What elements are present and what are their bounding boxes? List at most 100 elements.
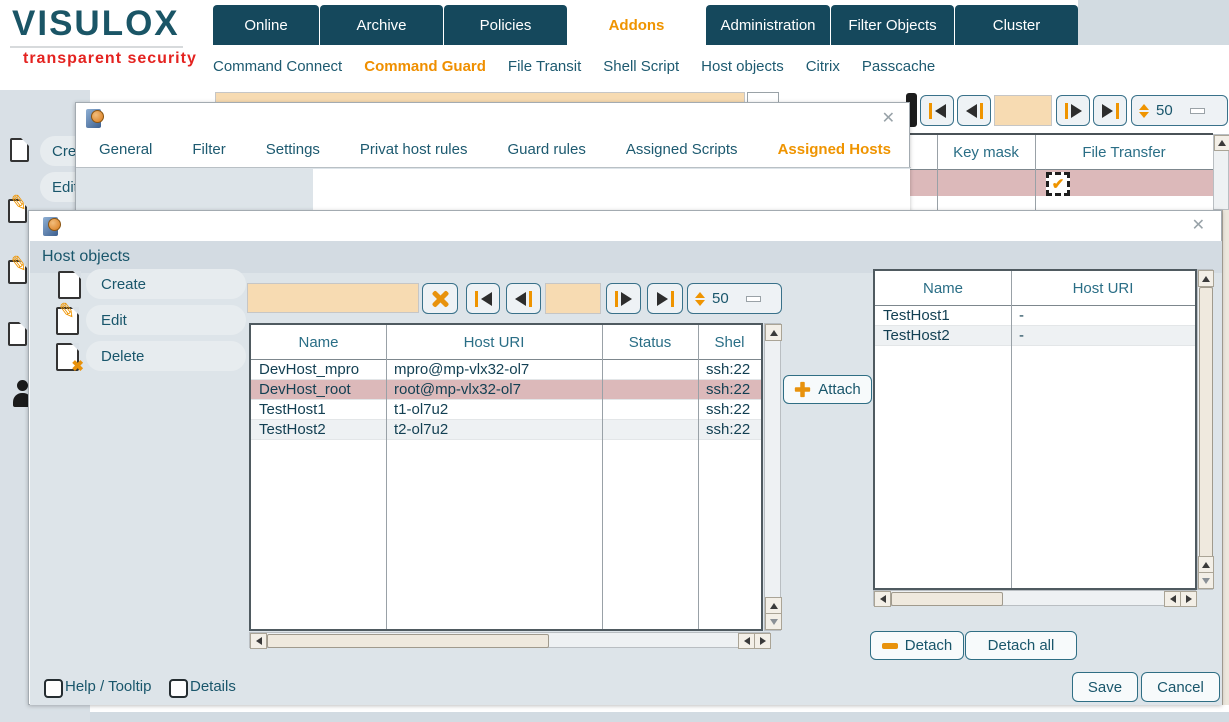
bg-last-page-button[interactable] xyxy=(1093,95,1127,126)
help-tooltip-checkbox[interactable] xyxy=(44,679,63,698)
scroll-left-button[interactable] xyxy=(738,633,755,649)
scroll-up-button[interactable] xyxy=(1214,135,1229,151)
table-cell: mpro@mp-vlx32-ol7 xyxy=(386,360,602,379)
detach-all-button[interactable]: Detach all xyxy=(965,631,1077,660)
details-checkbox[interactable] xyxy=(169,679,188,698)
table-row[interactable]: TestHost1- xyxy=(875,306,1195,326)
subnav-file-transit[interactable]: File Transit xyxy=(508,58,581,75)
prev-page-button[interactable] xyxy=(506,283,541,314)
scroll-left-button[interactable] xyxy=(250,633,267,649)
arrow-right-icon xyxy=(1186,595,1192,603)
subnav-command-guard[interactable]: Command Guard xyxy=(364,58,486,75)
cancel-button[interactable]: Cancel xyxy=(1141,672,1220,702)
scroll-up-button[interactable] xyxy=(765,324,782,341)
detach-button[interactable]: Detach xyxy=(870,631,964,660)
close-icon[interactable]: ✕ xyxy=(882,111,895,127)
table-row[interactable]: TestHost2t2-ol7u2ssh:22 xyxy=(251,420,761,440)
scroll-right-button[interactable] xyxy=(754,633,771,649)
scroll-down-button[interactable] xyxy=(765,613,782,630)
table-cell: t1-ol7u2 xyxy=(386,400,602,419)
tab-settings[interactable]: Settings xyxy=(266,141,320,158)
subnav-citrix[interactable]: Citrix xyxy=(806,58,840,75)
tab-administration[interactable]: Administration xyxy=(706,5,830,45)
bar-glyph xyxy=(980,103,983,119)
search-input[interactable] xyxy=(247,283,419,313)
tab-archive[interactable]: Archive xyxy=(320,5,443,45)
available-horizontal-scrollbar[interactable] xyxy=(249,632,770,648)
scroll-up-button[interactable] xyxy=(765,597,782,614)
scroll-up-button[interactable] xyxy=(1198,556,1214,573)
scrollbar-thumb[interactable] xyxy=(267,634,549,648)
close-icon[interactable]: ✕ xyxy=(1192,218,1205,234)
table-row[interactable]: TestHost2- xyxy=(875,326,1195,346)
tab-policies[interactable]: Policies xyxy=(444,5,567,45)
scroll-right-button[interactable] xyxy=(1180,591,1197,607)
table-row[interactable]: DevHost_mprompro@mp-vlx32-ol7ssh:22 xyxy=(251,360,761,380)
save-label: Save xyxy=(1088,679,1122,696)
available-vertical-scrollbar[interactable] xyxy=(764,323,781,631)
tab-general[interactable]: General xyxy=(99,141,152,158)
assigned-horizontal-scrollbar[interactable] xyxy=(873,590,1196,606)
clear-search-button[interactable] xyxy=(422,283,458,314)
tab-assigned-scripts[interactable]: Assigned Scripts xyxy=(626,141,738,158)
table-cell xyxy=(602,400,698,419)
dialog-title: Host objects xyxy=(42,248,130,266)
table-row[interactable]: DevHost_rootroot@mp-vlx32-ol7ssh:22 xyxy=(251,380,761,400)
bg-first-page-button[interactable] xyxy=(920,95,954,126)
guard-dialog: ✕ General Filter Settings Privat host ru… xyxy=(75,102,910,223)
attach-button[interactable]: Attach xyxy=(783,375,872,404)
page-size-value: 50 xyxy=(712,290,729,307)
scroll-left-button[interactable] xyxy=(874,591,891,607)
save-button[interactable]: Save xyxy=(1072,672,1138,702)
tab-online[interactable]: Online xyxy=(213,5,319,45)
subnav-shell-script[interactable]: Shell Script xyxy=(603,58,679,75)
tab-filter[interactable]: Filter xyxy=(192,141,225,158)
bg-selected-row[interactable]: ✔ xyxy=(908,170,1213,196)
bg-page-field[interactable] xyxy=(994,95,1052,126)
tab-filter-objects[interactable]: Filter Objects xyxy=(831,5,954,45)
tab-privat-host-rules[interactable]: Privat host rules xyxy=(360,141,468,158)
scroll-left-button[interactable] xyxy=(1164,591,1181,607)
scroll-up-button[interactable] xyxy=(1198,270,1214,287)
delete-icon: ✖ xyxy=(56,343,79,371)
col-host-uri: Host URI xyxy=(386,334,602,351)
edit-button[interactable]: Edit xyxy=(86,305,246,335)
arrow-up-icon xyxy=(770,330,778,336)
available-hosts-table: Name Host URI Status Shel DevHost_mpromp… xyxy=(249,323,763,631)
subnav-command-connect[interactable]: Command Connect xyxy=(213,58,342,75)
bg-table-header: Key mask File Transfer xyxy=(908,135,1213,170)
table-cell xyxy=(602,420,698,439)
first-page-button[interactable] xyxy=(466,283,500,314)
table-row[interactable]: TestHost1t1-ol7u2ssh:22 xyxy=(251,400,761,420)
bg-vertical-scrollbar[interactable] xyxy=(1213,134,1229,210)
bg-page-size-spinner[interactable]: 50 xyxy=(1131,95,1228,126)
spinner-icon xyxy=(1139,104,1149,118)
page-field[interactable] xyxy=(545,283,601,314)
table-cell: - xyxy=(1011,326,1195,345)
assigned-vertical-scrollbar[interactable] xyxy=(1197,269,1213,590)
bar-glyph xyxy=(1065,103,1068,119)
last-page-button[interactable] xyxy=(647,283,683,314)
tab-cluster[interactable]: Cluster xyxy=(955,5,1078,45)
bg-prev-page-button[interactable] xyxy=(957,95,991,126)
create-button[interactable]: Create xyxy=(86,269,246,299)
assigned-hosts-table: Name Host URI TestHost1-TestHost2- xyxy=(873,269,1197,590)
file-transfer-checkbox[interactable]: ✔ xyxy=(1046,172,1070,196)
page-size-spinner[interactable]: 50 xyxy=(687,283,782,314)
scrollbar-thumb[interactable] xyxy=(891,592,1003,606)
scrollbar-thumb[interactable] xyxy=(1199,287,1213,559)
triangle-right-icon xyxy=(657,292,668,306)
subnav-host-objects[interactable]: Host objects xyxy=(701,58,784,75)
col-status: Status xyxy=(602,334,698,351)
next-page-button[interactable] xyxy=(606,283,641,314)
tab-addons[interactable]: Addons xyxy=(568,5,705,45)
col-name: Name xyxy=(251,334,386,351)
scroll-down-button[interactable] xyxy=(1198,572,1214,589)
subnav-passcache[interactable]: Passcache xyxy=(862,58,935,75)
delete-button[interactable]: Delete xyxy=(86,341,246,371)
tab-assigned-hosts[interactable]: Assigned Hosts xyxy=(778,141,891,158)
bg-next-page-button[interactable] xyxy=(1056,95,1090,126)
tab-guard-rules[interactable]: Guard rules xyxy=(507,141,585,158)
arrow-up-icon xyxy=(770,603,778,609)
page-scrollbar-sliver[interactable] xyxy=(1222,210,1229,705)
